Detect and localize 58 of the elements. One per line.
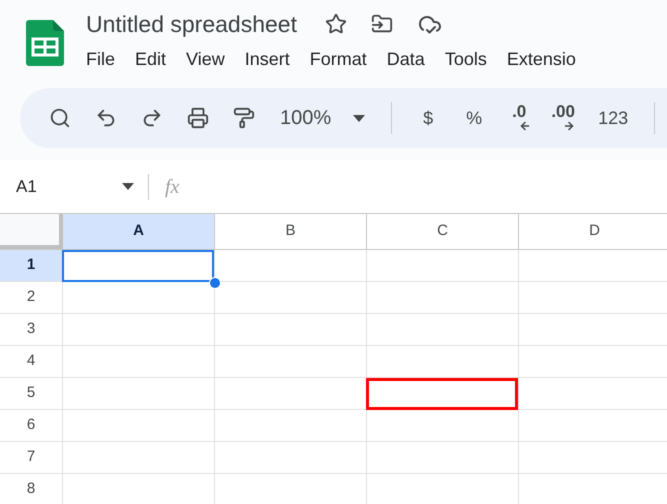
table-cell[interactable] [214,314,366,346]
table-cell[interactable] [62,442,214,474]
search-icon [49,107,71,129]
star-icon[interactable] [324,13,347,35]
table-cell[interactable] [214,250,366,282]
menu-item[interactable]: Format [302,47,375,71]
table-cell[interactable] [366,410,518,442]
highlighted-cell[interactable] [366,378,518,410]
table-cell[interactable] [366,314,518,346]
table-cell[interactable] [366,250,518,282]
printer-icon [187,107,209,129]
table-cell[interactable] [518,378,667,410]
menu-item[interactable]: View [178,47,233,71]
table-cell[interactable] [518,250,667,282]
format-button[interactable]: % [456,100,492,136]
spreadsheet-logo-icon[interactable] [26,20,64,66]
menu-item[interactable]: Edit [127,47,174,71]
fill-handle[interactable] [209,277,221,289]
table-cell[interactable] [518,442,667,474]
table-cell[interactable] [518,346,667,378]
table-cell[interactable] [214,378,366,410]
menu-item[interactable]: Extensio [498,47,584,71]
zoom-dropdown[interactable]: 100% [272,100,374,136]
table-cell[interactable] [518,410,667,442]
menu-item[interactable]: Insert [236,47,298,71]
row-header[interactable]: 1 [0,250,62,282]
corner-header[interactable] [0,214,63,249]
format-button[interactable]: $ [410,100,446,136]
document-title[interactable]: Untitled spreadsheet [86,12,297,36]
table-cell[interactable] [62,314,214,346]
menu-item[interactable]: File [78,47,124,71]
table-cell[interactable] [366,346,518,378]
column-header[interactable]: A [63,214,215,249]
table-cell[interactable] [62,346,214,378]
table-cell[interactable] [214,442,366,474]
folder-move-icon[interactable] [370,13,393,35]
paint-roller-icon [233,107,255,129]
function-label: fx [165,174,180,200]
table-cell[interactable] [366,442,518,474]
table-cell[interactable] [518,282,667,314]
table-cell[interactable] [366,282,518,314]
redo-icon [141,107,163,129]
table-cell[interactable] [62,378,214,410]
active-cell[interactable] [62,250,214,282]
menu-item[interactable]: Data [378,47,433,71]
table-cell[interactable] [214,410,366,442]
caret-icon [353,114,366,122]
increase-decimal-button[interactable]: .00 [546,100,580,136]
table-cell[interactable] [214,346,366,378]
menu-item[interactable]: Tools [436,47,495,71]
table-cell[interactable] [62,282,214,314]
table-cell[interactable] [518,314,667,346]
undo-icon [95,107,117,129]
caret-icon [122,183,134,190]
table-cell[interactable] [62,410,214,442]
format-button[interactable]: 123 [590,100,636,136]
name-box[interactable]: A1 [0,172,140,202]
decrease-decimal-button[interactable]: .0 [502,100,536,136]
